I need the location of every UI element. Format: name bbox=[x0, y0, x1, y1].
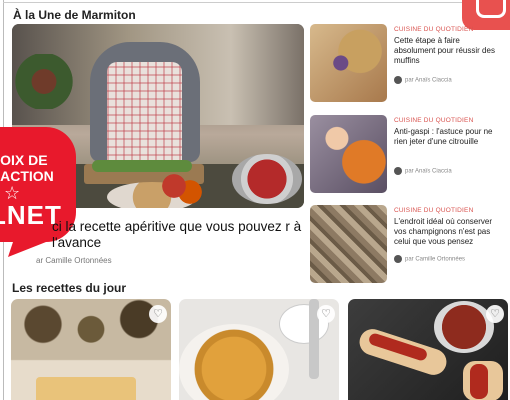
mushrooms-image[interactable] bbox=[310, 205, 387, 283]
hero-apples bbox=[162, 174, 202, 204]
sauce-bowl bbox=[434, 301, 494, 353]
avatar bbox=[394, 255, 402, 263]
recipe-card[interactable]: ♡ bbox=[11, 299, 171, 400]
badge-line-2: DACTION bbox=[0, 168, 54, 184]
side-article-kicker[interactable]: CUISINE DU QUOTIDIEN bbox=[394, 207, 473, 214]
side-article-author-name: par Anaïs Ciaccia bbox=[405, 168, 452, 175]
cake-slice bbox=[36, 377, 136, 400]
side-article-author: par Anaïs Ciaccia bbox=[394, 167, 452, 175]
badge-net: LNET bbox=[0, 200, 62, 230]
hero-greens bbox=[92, 160, 192, 172]
heart-icon[interactable]: ♡ bbox=[317, 305, 335, 323]
hero-plant bbox=[14, 54, 74, 109]
side-article-title[interactable]: Anti-gaspi : l'astuce pour ne rien jeter… bbox=[394, 127, 500, 147]
quiche-plate bbox=[179, 324, 289, 400]
side-article-1[interactable]: CUISINE DU QUOTIDIEN Cette étape à faire… bbox=[310, 24, 500, 110]
side-article-kicker[interactable]: CUISINE DU QUOTIDIEN bbox=[394, 117, 473, 124]
page-border-top bbox=[3, 2, 473, 3]
hero-article-author: ar Camille Ortonnées bbox=[36, 256, 112, 265]
recipe-card[interactable]: ♡ bbox=[348, 299, 508, 400]
hot-dog-sauce bbox=[470, 364, 488, 399]
side-article-2[interactable]: CUISINE DU QUOTIDIEN Anti-gaspi : l'astu… bbox=[310, 115, 500, 201]
hero-apron bbox=[107, 62, 182, 172]
hero-article-title[interactable]: ci la recette apéritive que vous pouvez … bbox=[52, 219, 312, 251]
side-article-kicker[interactable]: CUISINE DU QUOTIDIEN bbox=[394, 26, 473, 33]
heart-icon[interactable]: ♡ bbox=[149, 305, 167, 323]
pumpkin-image[interactable] bbox=[310, 115, 387, 193]
side-article-author-name: par Anaïs Ciaccia bbox=[405, 77, 452, 84]
avatar bbox=[394, 167, 402, 175]
recipe-card[interactable]: ♡ bbox=[179, 299, 339, 400]
corner-tab-icon bbox=[476, 0, 506, 18]
hero-tomato-bowl bbox=[232, 154, 302, 204]
recipes-of-the-day-title: Les recettes du jour bbox=[12, 281, 127, 295]
avatar bbox=[394, 76, 402, 84]
muffins-image[interactable] bbox=[310, 24, 387, 102]
heart-icon[interactable]: ♡ bbox=[486, 305, 504, 323]
side-article-3[interactable]: CUISINE DU QUOTIDIEN L'endroit idéal où … bbox=[310, 205, 500, 291]
side-article-author: par Anaïs Ciaccia bbox=[394, 76, 452, 84]
side-article-author: par Camille Ortonnées bbox=[394, 255, 465, 263]
side-article-title[interactable]: Cette étape à faire absolument pour réus… bbox=[394, 36, 500, 66]
badge-line-1: HOIX DE bbox=[0, 152, 48, 168]
side-article-author-name: par Camille Ortonnées bbox=[405, 256, 466, 263]
section-title: À la Une de Marmiton bbox=[13, 8, 136, 22]
side-article-title[interactable]: L'endroit idéal où conserver vos champig… bbox=[394, 217, 500, 247]
